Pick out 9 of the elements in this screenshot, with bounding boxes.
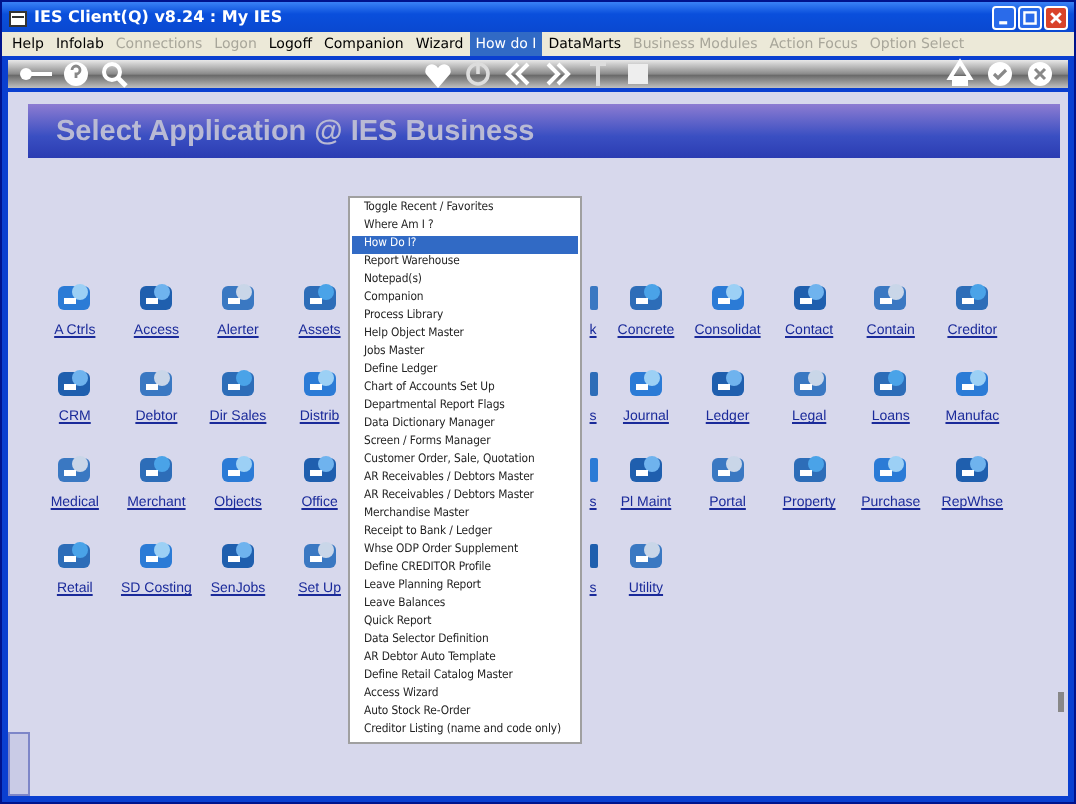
close-button[interactable] xyxy=(1044,5,1068,29)
window-title: IES Client(Q) v8.24 : My IES xyxy=(34,8,285,26)
minimize-button[interactable] xyxy=(992,5,1016,29)
banner-title: Select Application @ IES Business xyxy=(56,115,535,147)
maximize-button[interactable] xyxy=(1018,5,1042,29)
close-icon xyxy=(1048,9,1064,25)
maximize-icon xyxy=(1022,9,1038,25)
scroll-thumb[interactable] xyxy=(1058,692,1064,712)
window-icon xyxy=(8,7,28,27)
